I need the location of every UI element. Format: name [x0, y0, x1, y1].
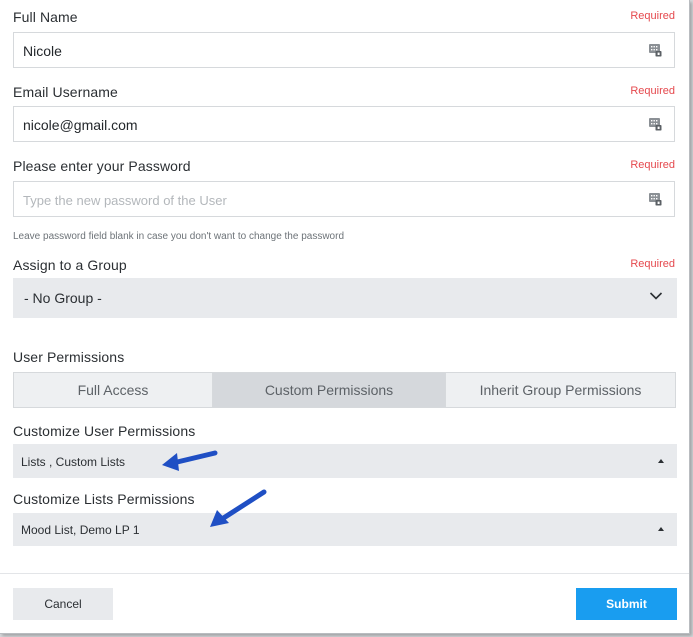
- annotation-arrow-icon: [162, 450, 218, 471]
- annotation-arrow-icon: [210, 489, 267, 527]
- keypad-icon[interactable]: [648, 192, 662, 206]
- full-access-option[interactable]: Full Access: [14, 373, 212, 407]
- group-select[interactable]: - No Group -: [13, 278, 677, 318]
- full-name-value: Nicole: [23, 43, 62, 59]
- lists-permissions-select[interactable]: Mood List, Demo LP 1: [13, 513, 677, 546]
- full-name-input[interactable]: Nicole: [13, 32, 675, 68]
- email-label: Email Username: [13, 84, 118, 100]
- user-permissions-value: Lists , Custom Lists: [21, 455, 126, 469]
- email-input[interactable]: nicole@gmail.com: [13, 106, 675, 142]
- customize-lists-permissions-label: Customize Lists Permissions: [13, 491, 195, 507]
- group-label: Assign to a Group: [13, 257, 127, 273]
- password-label: Please enter your Password: [13, 158, 191, 174]
- footer-divider: [0, 573, 689, 574]
- password-hint: Leave password field blank in case you d…: [13, 231, 345, 242]
- group-required: Required: [630, 258, 675, 270]
- user-permissions-select[interactable]: Lists , Custom Lists: [13, 444, 677, 478]
- password-required: Required: [630, 159, 675, 171]
- keypad-icon[interactable]: [648, 43, 662, 57]
- user-permissions-label: User Permissions: [13, 349, 125, 365]
- inherit-group-permissions-option[interactable]: Inherit Group Permissions: [445, 373, 675, 407]
- keypad-icon[interactable]: [648, 117, 662, 131]
- full-name-label: Full Name: [13, 9, 78, 25]
- caret-up-icon[interactable]: [658, 527, 664, 531]
- submit-button[interactable]: Submit: [576, 588, 677, 620]
- full-name-required: Required: [630, 10, 675, 22]
- chevron-down-icon[interactable]: [649, 291, 663, 301]
- email-value: nicole@gmail.com: [23, 117, 138, 133]
- password-input[interactable]: Type the new password of the User: [13, 181, 675, 217]
- group-value: - No Group -: [24, 290, 102, 306]
- custom-permissions-option[interactable]: Custom Permissions: [212, 373, 445, 407]
- customize-user-permissions-label: Customize User Permissions: [13, 423, 196, 439]
- permissions-segmented-control: Full Access Custom Permissions Inherit G…: [13, 372, 676, 408]
- edit-user-dialog: Full Name Required Nicole Email Username…: [0, 0, 690, 634]
- email-required: Required: [630, 85, 675, 97]
- password-placeholder: Type the new password of the User: [23, 193, 227, 208]
- cancel-button[interactable]: Cancel: [13, 588, 113, 620]
- caret-up-icon[interactable]: [658, 459, 664, 463]
- lists-permissions-value: Mood List, Demo LP 1: [21, 523, 140, 537]
